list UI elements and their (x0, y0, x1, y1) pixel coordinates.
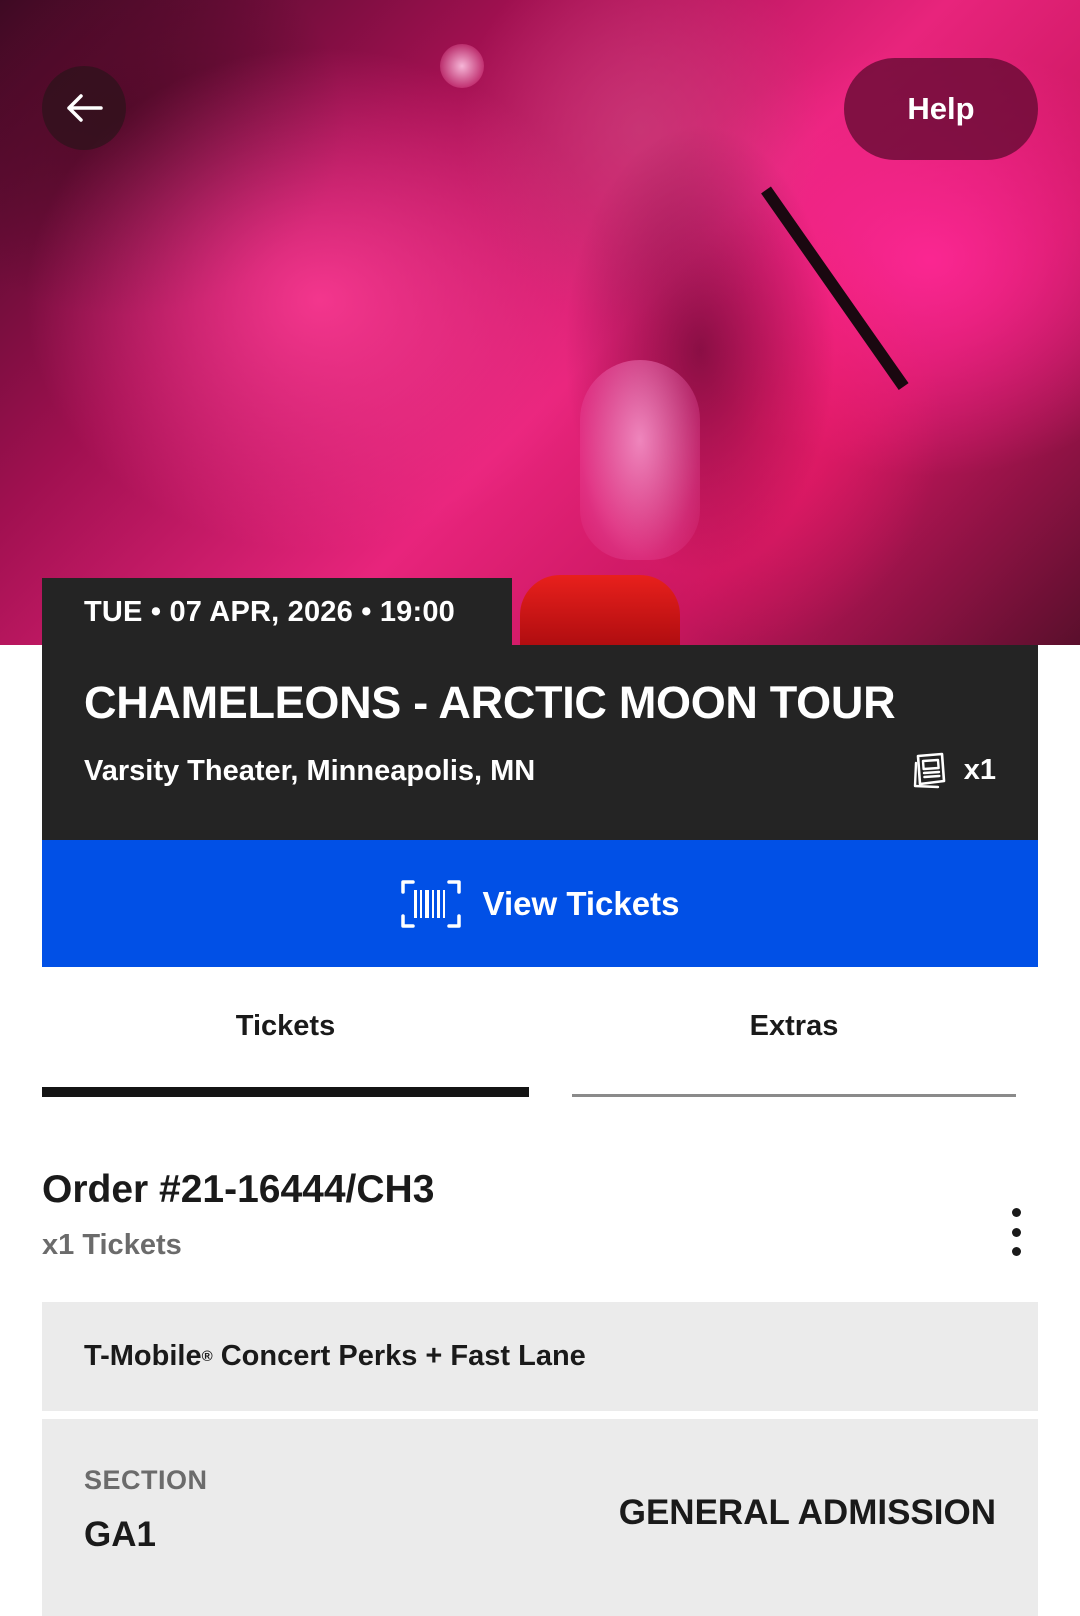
kebab-dot (1011, 1227, 1021, 1237)
performer-silhouette (520, 40, 880, 645)
order-title: Order #21-16444/CH3 (42, 1168, 435, 1211)
event-date: TUE • 07 APR, 2026 • 19:00 (42, 578, 512, 646)
section-value: GA1 (84, 1515, 156, 1554)
kebab-dot (1011, 1247, 1021, 1256)
registered-mark: ® (201, 1348, 213, 1365)
arrow-left-icon (67, 94, 103, 122)
more-vertical-icon[interactable] (998, 1208, 1034, 1256)
event-date-text: TUE • 07 APR, 2026 • 19:00 (84, 595, 455, 628)
guitar-body (520, 575, 680, 645)
tickets-icon (913, 752, 946, 789)
event-venue: Varsity Theater, Minneapolis, MN (84, 755, 536, 787)
tab-tickets-indicator (42, 1087, 529, 1097)
view-tickets-label: View Tickets (482, 884, 680, 922)
ticket-count: x1 (912, 751, 996, 789)
ticket-section-card: SECTION GA1 GENERAL ADMISSION (42, 1419, 1038, 1616)
event-title: CHAMELEONS - ARCTIC MOON TOUR (84, 677, 896, 728)
perk-banner[interactable]: T-Mobile ® Concert Perks + Fast Lane (42, 1302, 1038, 1411)
help-label: Help (907, 91, 975, 126)
perk-name-suffix: Concert Perks + Fast Lane (212, 1340, 586, 1372)
admission-type: GENERAL ADMISSION (618, 1493, 996, 1532)
order-ticket-count: x1 Tickets (42, 1229, 182, 1261)
barcode-scan-icon (400, 879, 461, 928)
help-button[interactable]: Help (844, 58, 1038, 160)
back-button[interactable] (42, 66, 126, 150)
view-tickets-button[interactable]: View Tickets (42, 840, 1038, 967)
kebab-dot (1011, 1208, 1021, 1217)
perk-name-prefix: T-Mobile (84, 1340, 202, 1372)
event-info-card: CHAMELEONS - ARCTIC MOON TOUR Varsity Th… (42, 645, 1038, 840)
ticket-count-text: x1 (963, 753, 996, 786)
tab-extras[interactable]: Extras (572, 1010, 1016, 1050)
section-label: SECTION (84, 1465, 208, 1495)
guitar-highlight (580, 360, 700, 560)
tab-tickets[interactable]: Tickets (42, 1010, 529, 1050)
microphone-glow (440, 44, 484, 88)
tab-extras-indicator (572, 1094, 1016, 1097)
